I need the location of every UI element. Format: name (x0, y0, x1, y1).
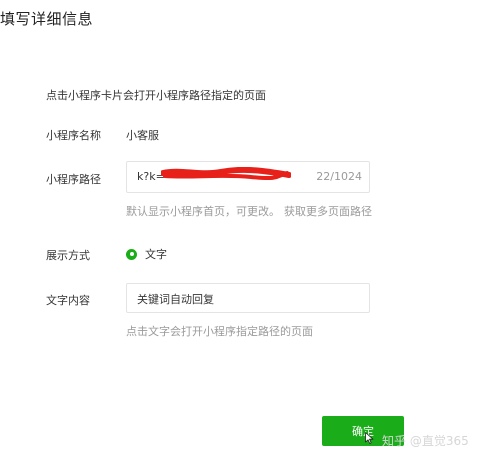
text-content-hint: 点击文字会打开小程序指定路径的页面 (126, 325, 313, 338)
dialog-title: 填写详细信息 (0, 10, 94, 28)
path-hint: 默认显示小程序首页，可更改。 获取更多页面路径 (126, 203, 372, 219)
text-content-input[interactable]: 关键词自动回复 (126, 283, 370, 313)
path-hint-default: 默认显示小程序首页，可更改。 (126, 205, 280, 218)
tip-text: 点击小程序卡片会打开小程序路径指定的页面 (46, 89, 266, 102)
radio-option-label: 文字 (145, 248, 167, 261)
path-input-counter: 22/1024 (316, 170, 362, 183)
text-content-label: 文字内容 (46, 294, 90, 307)
miniprogram-name-value: 小客服 (126, 129, 159, 142)
miniprogram-path-input[interactable]: k?k= 22/1024 (126, 161, 370, 193)
miniprogram-path-label: 小程序路径 (46, 173, 101, 186)
display-mode-radio[interactable]: 文字 (126, 246, 167, 262)
radio-selected-icon[interactable] (126, 248, 137, 260)
miniprogram-name-label: 小程序名称 (46, 129, 101, 142)
watermark: 知乎 @直觉365 (382, 434, 469, 448)
mouse-cursor-icon (365, 432, 374, 444)
text-content-value: 关键词自动回复 (137, 293, 214, 306)
display-mode-label: 展示方式 (46, 249, 90, 262)
redaction-scribble (161, 167, 291, 181)
path-hint-link[interactable]: 获取更多页面路径 (284, 205, 372, 218)
